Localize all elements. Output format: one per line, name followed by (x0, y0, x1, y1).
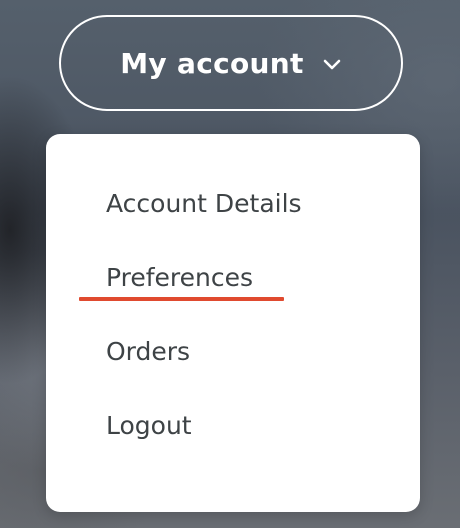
menu-item-orders[interactable]: Orders (106, 337, 190, 366)
my-account-button[interactable]: My account (59, 15, 403, 111)
menu-item-preferences[interactable]: Preferences (106, 263, 253, 292)
account-dropdown-menu: Account Details Preferences Orders Logou… (46, 134, 420, 512)
my-account-label: My account (120, 46, 304, 80)
menu-item-logout[interactable]: Logout (106, 411, 192, 440)
active-item-underline (79, 297, 284, 301)
menu-item-account-details[interactable]: Account Details (106, 189, 302, 218)
chevron-down-icon (323, 59, 341, 70)
